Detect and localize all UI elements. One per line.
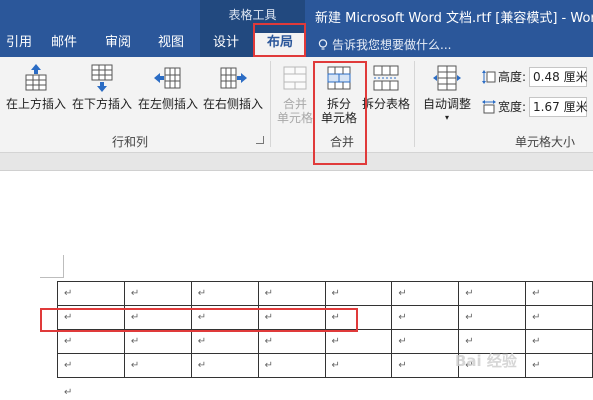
split-cells-label-line1: 拆分: [326, 97, 351, 111]
table-cell[interactable]: ↵: [458, 305, 527, 330]
watermark: Bai 经验: [455, 352, 517, 370]
table-cell[interactable]: ↵: [391, 329, 460, 354]
insert-above-icon: [25, 64, 47, 91]
tab-view[interactable]: 视图: [152, 34, 190, 57]
split-cells-icon: [327, 66, 351, 90]
width-input[interactable]: 1.67 厘米: [529, 97, 588, 117]
tab-layout[interactable]: 布局: [255, 33, 305, 57]
ribbon-bottom-strip: [0, 153, 593, 171]
table-cell[interactable]: ↵: [391, 353, 460, 378]
tell-me-placeholder: 告诉我您想要做什么...: [332, 38, 452, 52]
margin-marker: [63, 255, 64, 277]
table-cell[interactable]: ↵: [123, 329, 192, 354]
insert-below-button[interactable]: 在下方插入: [70, 63, 134, 125]
group-separator: [414, 61, 415, 147]
merge-cells-label-line1: 合并: [282, 97, 307, 111]
split-table-button[interactable]: 拆分表格: [361, 63, 411, 125]
insert-below-icon: [91, 64, 113, 92]
group-separator: [270, 61, 271, 147]
document-title: 新建 Microsoft Word 文档.rtf [兼容模式] - Word: [315, 11, 593, 26]
table-cell[interactable]: ↵: [257, 353, 326, 378]
insert-above-button[interactable]: 在上方插入: [4, 63, 68, 125]
table-cell[interactable]: ↵: [57, 305, 125, 330]
split-table-icon: [373, 65, 399, 91]
split-table-label: 拆分表格: [361, 97, 410, 111]
table-cell[interactable]: ↵: [324, 281, 393, 306]
table-cell[interactable]: ↵: [123, 281, 192, 306]
insert-left-label: 在左侧插入: [137, 97, 198, 111]
context-group-title: 表格工具: [228, 8, 277, 22]
autofit-button[interactable]: 自动调整 ▾: [419, 63, 475, 125]
table-cell[interactable]: ↵: [257, 329, 326, 354]
tab-mailings[interactable]: 邮件: [45, 34, 83, 57]
lightbulb-icon: [318, 39, 328, 50]
table-cell[interactable]: ↵: [190, 305, 259, 330]
table-cell[interactable]: ↵: [190, 329, 259, 354]
row-height-icon: [482, 70, 496, 84]
table-cell[interactable]: ↵: [57, 353, 125, 378]
height-input[interactable]: 0.48 厘米: [529, 67, 588, 87]
dialog-launcher-icon[interactable]: [256, 136, 264, 144]
margin-marker: [40, 277, 64, 278]
table-cell[interactable]: ↵: [257, 281, 326, 306]
table-cell[interactable]: ↵: [257, 305, 326, 330]
table-cell[interactable]: ↵: [525, 281, 593, 306]
table-cell[interactable]: ↵: [190, 281, 259, 306]
autofit-label: 自动调整: [422, 97, 471, 111]
group-label-merge: 合并: [330, 135, 355, 149]
table-cell[interactable]: ↵: [525, 305, 593, 330]
insert-right-label: 在右侧插入: [202, 97, 263, 111]
title-bar: 表格工具 新建 Microsoft Word 文档.rtf [兼容模式] - W…: [0, 0, 593, 57]
table-cell[interactable]: ↵: [324, 353, 393, 378]
table-cell[interactable]: ↵: [324, 305, 393, 330]
insert-above-label: 在上方插入: [5, 97, 66, 111]
paragraph-mark: ↵: [64, 387, 73, 398]
table-cell[interactable]: ↵: [391, 281, 460, 306]
merge-cells-label-line2: 单元格: [276, 111, 313, 125]
cell-width-row: 宽度: 1.67 厘米: [482, 97, 588, 117]
table-cell[interactable]: ↵: [190, 353, 259, 378]
insert-left-icon: [154, 67, 181, 89]
split-cells-label-line2: 单元格: [320, 111, 357, 125]
insert-right-button[interactable]: 在右侧插入: [201, 63, 265, 125]
table-cell[interactable]: ↵: [391, 305, 460, 330]
table-row[interactable]: ↵ ↵ ↵ ↵ ↵ ↵ ↵ ↵: [57, 305, 593, 330]
table-cell[interactable]: ↵: [458, 281, 527, 306]
table-cell[interactable]: ↵: [57, 329, 125, 354]
group-label-rows-cols: 行和列: [112, 135, 149, 149]
merge-cells-button[interactable]: 合并 单元格: [274, 63, 316, 125]
column-width-icon: [482, 100, 496, 114]
tab-review[interactable]: 审阅: [99, 34, 137, 57]
table-cell[interactable]: ↵: [57, 281, 125, 306]
insert-below-label: 在下方插入: [71, 97, 132, 111]
table-cell[interactable]: ↵: [324, 329, 393, 354]
tab-references[interactable]: 引用: [0, 34, 38, 57]
split-cells-button[interactable]: 拆分 单元格: [318, 63, 360, 125]
ribbon-layout: 在上方插入 在下方插入 在左侧插入 在右侧插入 行和列 合并 单元格 拆分 单元…: [0, 57, 593, 153]
table-cell[interactable]: ↵: [525, 329, 593, 354]
height-label: 高度:: [498, 70, 527, 84]
table-cell[interactable]: ↵: [123, 353, 192, 378]
tab-design[interactable]: 设计: [207, 34, 245, 57]
group-label-cell-size: 单元格大小: [515, 135, 576, 149]
width-label: 宽度:: [498, 100, 527, 114]
autofit-icon: [433, 65, 461, 91]
table-cell[interactable]: ↵: [123, 305, 192, 330]
merge-cells-icon: [283, 66, 307, 90]
cell-height-row: 高度: 0.48 厘米: [482, 67, 588, 87]
insert-right-icon: [220, 67, 247, 89]
table-cell[interactable]: ↵: [525, 353, 593, 378]
chevron-down-icon: ▾: [444, 113, 449, 122]
tell-me-search[interactable]: 告诉我您想要做什么...: [318, 36, 451, 53]
table-row[interactable]: ↵ ↵ ↵ ↵ ↵ ↵ ↵ ↵: [57, 281, 593, 306]
insert-left-button[interactable]: 在左侧插入: [136, 63, 200, 125]
